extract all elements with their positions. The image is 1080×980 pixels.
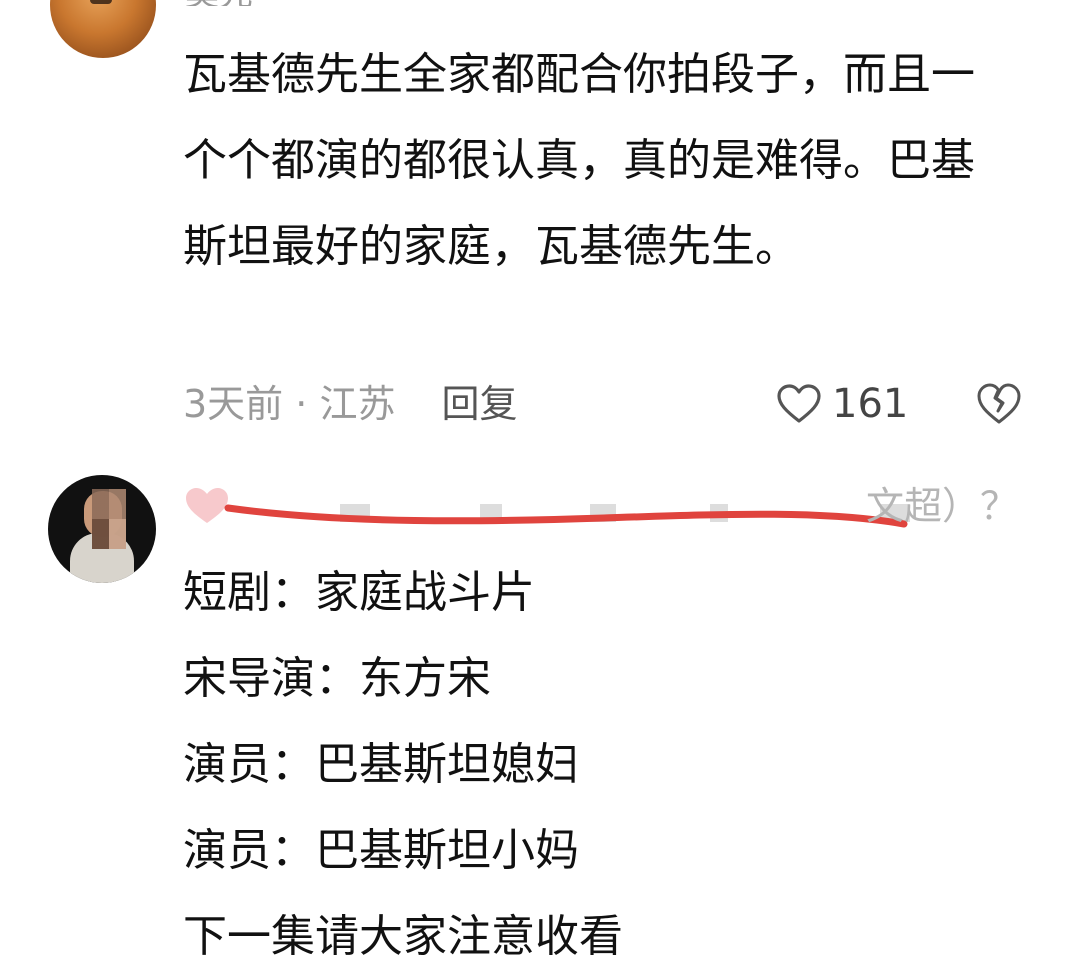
comment-item: 文超）？ 短剧：家庭战斗片 宋导演：东方宋 演员：巴基斯坦媳妇 演员：巴基斯坦小…: [0, 460, 1080, 974]
comment-line: 演员：巴基斯坦媳妇: [183, 739, 579, 790]
like-count: 161: [832, 381, 909, 427]
avatar-figure: [90, 0, 112, 4]
username-tail: 文超）？: [865, 484, 1018, 528]
avatar[interactable]: [48, 475, 156, 583]
comment-time: 3天前: [183, 382, 284, 426]
reply-button[interactable]: 回复: [441, 382, 517, 426]
comment-line: 演员：巴基斯坦小妈: [183, 825, 579, 876]
red-scribble-line: [224, 504, 908, 528]
username[interactable]: 莫先: [185, 0, 275, 6]
comment-meta: 3天前 · 江苏 回复: [183, 378, 517, 430]
comment-text: 瓦基德先生全家都配合你拍段子，而且一个个都演的都很认真，真的是难得。巴基斯坦最好…: [183, 49, 975, 272]
obscured-username[interactable]: 文超）？: [180, 478, 1030, 534]
broken-heart-icon: [977, 383, 1021, 424]
comment-line: 短剧：家庭战斗片: [183, 567, 535, 618]
comment-line: 下一集请大家注意收看: [183, 911, 623, 962]
comment-item: 莫先 瓦基德先生全家都配合你拍段子，而且一个个都演的都很认真，真的是难得。巴基斯…: [0, 0, 1080, 460]
like-button[interactable]: 161: [776, 378, 908, 430]
dislike-button[interactable]: [975, 380, 1023, 428]
comment-line: 宋导演：东方宋: [183, 653, 491, 704]
avatar-mosaic: [92, 519, 126, 549]
comment-text: 短剧：家庭战斗片 宋导演：东方宋 演员：巴基斯坦媳妇 演员：巴基斯坦小妈 下一集…: [183, 550, 1043, 980]
meta-separator: ·: [283, 382, 320, 426]
heart-outline-icon: [777, 384, 821, 423]
comment-location: 江苏: [319, 382, 396, 426]
avatar[interactable]: [50, 0, 156, 58]
